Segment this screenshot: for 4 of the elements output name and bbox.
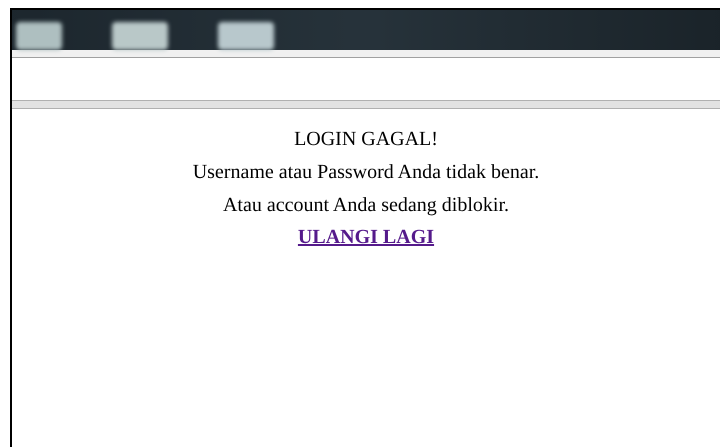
retry-link[interactable]: ULANGI LAGI	[298, 222, 434, 252]
error-message: Atau account Anda sedang diblokir.	[222, 193, 510, 218]
error-message: Username atau Password Anda tidak benar.	[192, 160, 540, 185]
error-title: LOGIN GAGAL!	[294, 127, 438, 152]
